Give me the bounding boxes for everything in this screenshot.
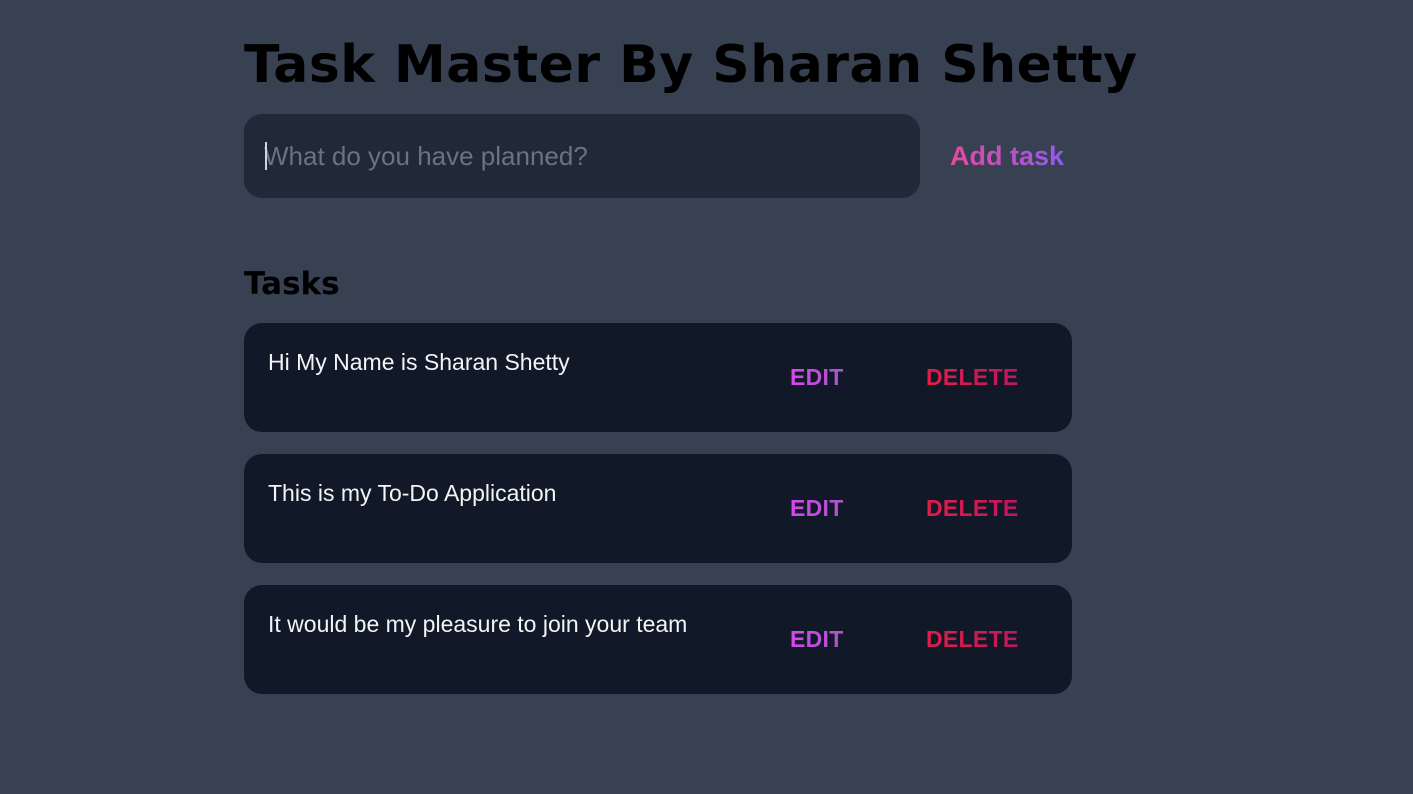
task-text: It would be my pleasure to join your tea… bbox=[268, 611, 688, 637]
task-text: This is my To-Do Application bbox=[268, 480, 557, 506]
edit-task-button[interactable]: EDIT bbox=[790, 492, 844, 524]
delete-task-button[interactable]: DELETE bbox=[926, 361, 1019, 393]
task-list: Hi My Name is Sharan Shetty EDIT DELETE … bbox=[244, 323, 1072, 716]
page-title: Task Master By Sharan Shetty bbox=[244, 35, 1138, 95]
new-task-input[interactable] bbox=[244, 114, 920, 198]
task-text: Hi My Name is Sharan Shetty bbox=[268, 349, 570, 375]
task-item: It would be my pleasure to join your tea… bbox=[244, 585, 1072, 694]
task-item: Hi My Name is Sharan Shetty EDIT DELETE bbox=[244, 323, 1072, 432]
add-task-button[interactable]: Add task bbox=[944, 114, 1072, 198]
delete-task-button[interactable]: DELETE bbox=[926, 492, 1019, 524]
tasks-heading: Tasks bbox=[244, 266, 340, 302]
edit-task-button[interactable]: EDIT bbox=[790, 361, 844, 393]
text-caret bbox=[265, 142, 267, 170]
delete-task-button[interactable]: DELETE bbox=[926, 623, 1019, 655]
new-task-form: Add task bbox=[244, 114, 1072, 198]
task-item: This is my To-Do Application EDIT DELETE bbox=[244, 454, 1072, 563]
edit-task-button[interactable]: EDIT bbox=[790, 623, 844, 655]
